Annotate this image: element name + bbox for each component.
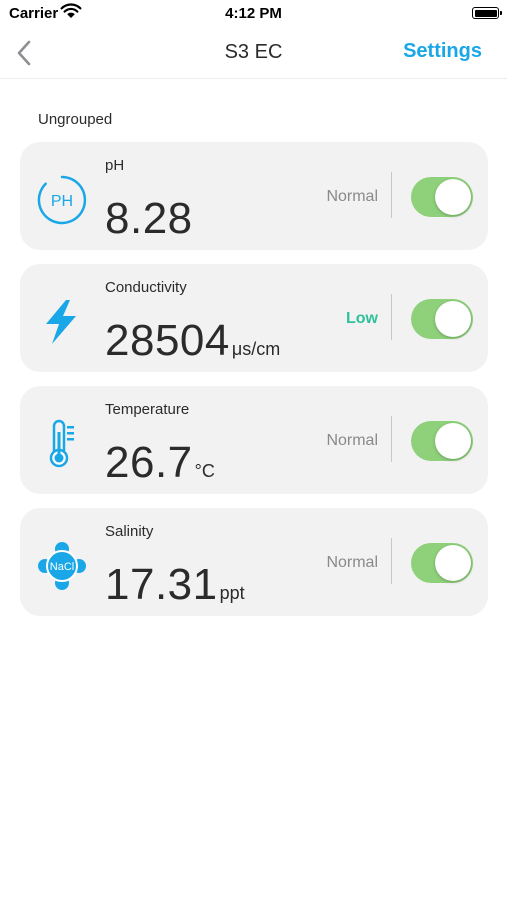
sensor-value: 8.28 [105, 194, 193, 243]
svg-text:NaCl: NaCl [50, 561, 74, 573]
battery-icon [472, 7, 502, 19]
sensor-unit: ppt [219, 583, 245, 603]
divider [391, 538, 392, 584]
sensor-toggle[interactable] [411, 177, 473, 217]
divider [391, 294, 392, 340]
group-label: Ungrouped [38, 111, 113, 128]
svg-text:PH: PH [51, 193, 73, 210]
sensor-card-ph[interactable]: PH pH 8.28 Normal [20, 142, 488, 250]
toggle-knob [435, 301, 471, 337]
sensor-reading: 17.31 ppt [105, 560, 245, 610]
status-label: Low [346, 310, 378, 327]
navigation-bar: S3 EC Settings [0, 28, 507, 79]
sensor-value: 17.31 [105, 560, 218, 609]
divider [391, 416, 392, 462]
sensor-list: PH pH 8.28 Normal Conductivity 28504 μs/c… [20, 142, 488, 630]
toggle-knob [435, 545, 471, 581]
sensor-reading: 8.28 [105, 194, 195, 244]
sensor-reading: 28504 μs/cm [105, 316, 280, 366]
settings-button[interactable]: Settings [403, 40, 482, 63]
chevron-left-icon [17, 40, 31, 66]
status-label: Normal [326, 432, 378, 449]
status-label: Normal [326, 554, 378, 571]
status-bar: Carrier 4:12 PM [0, 0, 507, 28]
sensor-reading: 26.7 °C [105, 438, 215, 488]
thermometer-icon [36, 418, 88, 470]
sensor-card-conductivity[interactable]: Conductivity 28504 μs/cm Low [20, 264, 488, 372]
sensor-toggle[interactable] [411, 299, 473, 339]
sensor-toggle[interactable] [411, 543, 473, 583]
sensor-value: 28504 [105, 316, 230, 365]
lightning-icon [36, 296, 88, 348]
sensor-card-salinity[interactable]: NaCl Salinity 17.31 ppt Normal [20, 508, 488, 616]
sensor-card-temperature[interactable]: Temperature 26.7 °C Normal [20, 386, 488, 494]
sensor-name: pH [105, 157, 125, 174]
toggle-knob [435, 423, 471, 459]
ph-icon: PH [36, 174, 88, 226]
sensor-value: 26.7 [105, 438, 193, 487]
toggle-knob [435, 179, 471, 215]
back-button[interactable] [12, 38, 40, 68]
sensor-unit: °C [194, 461, 215, 481]
sensor-name: Salinity [105, 523, 154, 540]
status-label: Normal [326, 188, 378, 205]
nacl-icon: NaCl [36, 540, 88, 592]
sensor-unit: μs/cm [231, 339, 281, 359]
sensor-name: Conductivity [105, 279, 187, 296]
clock: 4:12 PM [225, 5, 282, 22]
sensor-name: Temperature [105, 401, 190, 418]
divider [391, 172, 392, 218]
sensor-toggle[interactable] [411, 421, 473, 461]
